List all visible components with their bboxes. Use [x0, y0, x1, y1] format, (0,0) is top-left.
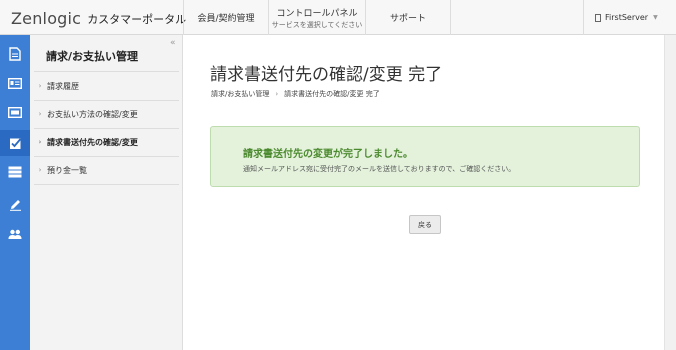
sidebar-item-payment-method[interactable]: › お支払い方法の確認/変更 [35, 100, 180, 128]
logo[interactable]: Zenlogic カスタマーポータル [11, 6, 186, 30]
id-card-icon [8, 77, 22, 89]
rail-users[interactable] [0, 221, 30, 247]
rail-check[interactable] [0, 130, 30, 156]
page-title: 請求書送付先の確認/変更 完了 [210, 65, 443, 85]
checkbox-icon [9, 137, 21, 149]
rail-billing[interactable] [0, 99, 30, 125]
users-icon [8, 229, 22, 239]
sidebar-item-label: 請求履歴 [47, 81, 79, 91]
nav-control-sublabel: サービスを選択してください [271, 20, 363, 29]
user-menu[interactable]: FirstServer ▼ [583, 0, 676, 35]
sidebar-item-deposits[interactable]: › 預り金一覧 [35, 156, 180, 184]
user-name: FirstServer [605, 13, 649, 22]
sidebar: « 請求/お支払い管理 › 請求履歴 › お支払い方法の確認/変更 › 請求書送… [30, 35, 183, 350]
breadcrumb-link[interactable]: 請求/お支払い管理 [211, 89, 269, 99]
divider [34, 184, 179, 185]
document-icon [9, 47, 21, 61]
rail-member[interactable] [0, 70, 30, 96]
breadcrumb-current: 請求書送付先の確認/変更 完了 [284, 90, 380, 98]
building-icon [595, 13, 601, 22]
breadcrumb: 請求/お支払い管理 › 請求書送付先の確認/変更 完了 [211, 89, 380, 99]
sidebar-item-label: 預り金一覧 [47, 165, 87, 175]
pen-icon [9, 199, 21, 211]
top-header: Zenlogic カスタマーポータル 会員/契約管理 コントロールパネル サービ… [0, 0, 676, 35]
nav-account[interactable]: 会員/契約管理 [183, 0, 268, 35]
chevron-right-icon: › [38, 110, 42, 118]
rail-document[interactable] [0, 41, 30, 67]
collapse-sidebar-button[interactable]: « [170, 38, 176, 48]
chevron-right-icon: › [275, 90, 279, 98]
back-button[interactable]: 戻る [409, 215, 441, 234]
chevron-down-icon: ▼ [653, 14, 658, 21]
alert-message: 通知メールアドレス宛に受付完了のメールを送信しておりますので、ご確認ください。 [243, 165, 516, 173]
portal-name: カスタマーポータル [87, 12, 187, 26]
sidebar-item-invoice-address[interactable]: › 請求書送付先の確認/変更 [35, 128, 180, 156]
chevron-right-icon: › [38, 138, 42, 146]
scrollbar[interactable] [664, 35, 676, 350]
chevron-right-icon: › [38, 166, 42, 174]
nav-account-label: 会員/契約管理 [197, 14, 255, 24]
nav-control-label: コントロールパネル [276, 8, 358, 19]
sidebar-item-billing-history[interactable]: › 請求履歴 [35, 72, 180, 100]
nav-support[interactable]: サポート [365, 0, 450, 35]
server-icon [8, 166, 22, 178]
nav-control-panel[interactable]: コントロールパネル サービスを選択してください [268, 0, 365, 35]
sidebar-item-label: お支払い方法の確認/変更 [47, 109, 138, 119]
payment-card-icon [8, 106, 22, 118]
logo-text: Zenlogic [11, 8, 82, 28]
nav-divider [450, 0, 451, 35]
icon-rail [0, 35, 30, 350]
nav-support-label: サポート [389, 14, 426, 24]
sidebar-title: 請求/お支払い管理 [46, 50, 139, 63]
alert-title: 請求書送付先の変更が完了しました。 [243, 149, 413, 160]
success-alert: 請求書送付先の変更が完了しました。 通知メールアドレス宛に受付完了のメールを送信… [210, 126, 640, 187]
rail-edit[interactable] [0, 191, 30, 217]
sidebar-item-label: 請求書送付先の確認/変更 [47, 137, 138, 147]
chevron-right-icon: › [38, 82, 42, 90]
rail-server[interactable] [0, 159, 30, 185]
